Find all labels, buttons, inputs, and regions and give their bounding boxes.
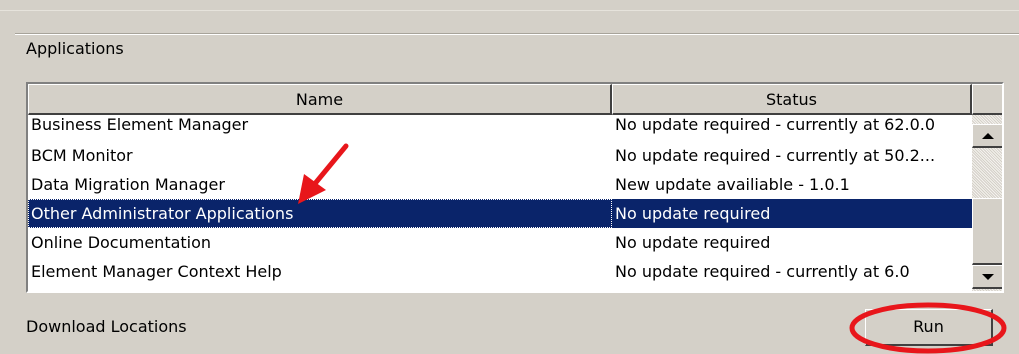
list-header: Name Status xyxy=(28,84,1002,115)
row-status: No update required - currently at 50.2..… xyxy=(615,146,936,165)
run-button[interactable]: Run xyxy=(865,309,993,346)
table-row[interactable]: Business Element Manager No update requi… xyxy=(28,115,972,141)
row-name: BCM Monitor xyxy=(31,146,133,165)
table-row[interactable]: Data Migration Manager New update availi… xyxy=(28,170,972,199)
row-name: Other Administrator Applications xyxy=(28,199,612,228)
group-divider xyxy=(15,33,1019,35)
scroll-thumb[interactable] xyxy=(972,198,1002,265)
table-row[interactable]: Element Manager Context Help No update r… xyxy=(28,257,972,286)
column-header-spacer xyxy=(972,84,1002,115)
applications-list[interactable]: Name Status Business Element Manager No … xyxy=(26,82,1004,293)
row-status: No update required xyxy=(612,199,972,228)
column-header-name[interactable]: Name xyxy=(28,84,612,115)
column-header-status[interactable]: Status xyxy=(612,84,972,115)
top-divider xyxy=(0,10,1019,11)
row-name: Business Element Manager xyxy=(31,115,249,134)
row-name: Data Migration Manager xyxy=(31,175,225,194)
download-locations-label: Download Locations xyxy=(26,317,187,336)
arrow-down-icon xyxy=(981,273,994,280)
list-rows: Business Element Manager No update requi… xyxy=(28,115,972,286)
row-name: Online Documentation xyxy=(31,233,212,252)
row-status: No update required - currently at 6.0 xyxy=(615,262,910,281)
row-name: Element Manager Context Help xyxy=(31,262,282,281)
table-row[interactable]: BCM Monitor No update required - current… xyxy=(28,141,972,170)
scroll-down-button[interactable] xyxy=(972,265,1002,289)
arrow-up-icon xyxy=(981,132,994,139)
applications-label: Applications xyxy=(26,39,124,58)
row-status: New update availiable - 1.0.1 xyxy=(615,175,850,194)
vertical-scrollbar[interactable] xyxy=(972,115,1002,291)
table-row-selected[interactable]: Other Administrator Applications No upda… xyxy=(28,199,972,228)
table-row[interactable]: Online Documentation No update required xyxy=(28,228,972,257)
scroll-up-button[interactable] xyxy=(972,124,1002,148)
row-status: No update required - currently at 62.0.0 xyxy=(615,115,936,134)
row-status: No update required xyxy=(615,233,771,252)
